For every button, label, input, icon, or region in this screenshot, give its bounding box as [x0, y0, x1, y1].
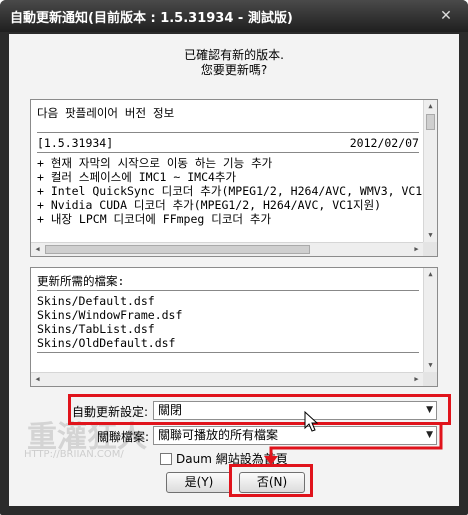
scroll-down-icon[interactable]: ▼ [424, 229, 437, 242]
update-dialog-window: 自動更新通知(目前版本 : 1.5.31934 - 測試版) ✕ 已確認有新的版… [0, 0, 468, 515]
required-files-vscrollbar[interactable]: ▲ ▼ [423, 268, 437, 372]
scroll-corner [423, 242, 437, 256]
auto-update-select[interactable]: 關閉 ▼ [153, 401, 437, 420]
daum-homepage-label: Daum 網站設為首頁 [176, 452, 288, 466]
required-file-item: Skins/OldDefault.dsf [37, 336, 176, 350]
release-note-item: + 컬러 스페이스에 IMC1 ~ IMC4추가 [37, 170, 237, 184]
auto-update-label: 自動更新設定: [72, 405, 149, 419]
release-notes-vscrollbar[interactable]: ▲ ▼ [423, 100, 437, 242]
release-note-item: + 현재 자막의 시작으로 이동 하는 기능 추가 [37, 156, 273, 170]
title-bar[interactable]: 自動更新通知(目前版本 : 1.5.31934 - 測試版) ✕ [0, 0, 468, 32]
required-files-box[interactable]: 更新所需的檔案: Skins/Default.dsf Skins/WindowF… [30, 267, 438, 387]
required-files-separator [37, 352, 419, 353]
release-notes-separator [37, 132, 419, 133]
required-files-header: 更新所需的檔案: [37, 274, 125, 288]
scroll-left-icon[interactable]: ◀ [31, 373, 44, 386]
scroll-up-icon[interactable]: ▲ [424, 268, 437, 281]
update-message-line2: 您要更新嗎? [200, 63, 268, 77]
close-icon[interactable]: ✕ [438, 9, 454, 23]
update-message: 已確認有新的版本. 您要更新嗎? [9, 48, 459, 78]
version-row: [1.5.31934] 2012/02/07 [37, 136, 419, 150]
required-file-item: Skins/Default.dsf [37, 294, 155, 308]
dialog-body: 已確認有新的版本. 您要更新嗎? 다음 팟플레이어 버전 정보 [1.5.319… [9, 34, 459, 506]
watermark-url: HTTP://BRIIAN.COM/ [24, 449, 124, 460]
scroll-right-icon[interactable]: ▶ [410, 373, 423, 386]
scroll-corner [423, 372, 437, 386]
release-notes-header: 다음 팟플레이어 버전 정보 [37, 106, 175, 120]
dropdown-arrow-icon[interactable]: ▼ [426, 427, 433, 444]
window-title: 自動更新通知(目前版本 : 1.5.31934 - 測試版) [10, 11, 293, 26]
update-message-line1: 已確認有新的版本. [184, 48, 284, 62]
release-note-item: + Nvidia CUDA 디코더 추가(MPEG1/2, H264/AVC, … [37, 198, 382, 212]
file-association-select[interactable]: 關聯可播放的所有檔案 ▼ [153, 426, 437, 445]
yes-button[interactable]: 是(Y) [166, 472, 232, 493]
scroll-up-icon[interactable]: ▲ [424, 100, 437, 113]
no-button[interactable]: 否(N) [239, 472, 305, 493]
release-note-item: + 내장 LPCM 디코더에 FFmpeg 디코더 추가 [37, 212, 272, 226]
dropdown-arrow-icon[interactable]: ▼ [426, 402, 433, 419]
version-number: [1.5.31934] [37, 136, 114, 150]
required-files-hscrollbar[interactable]: ◀ ▶ [31, 372, 423, 386]
scroll-down-icon[interactable]: ▼ [424, 359, 437, 372]
release-notes-box[interactable]: 다음 팟플레이어 버전 정보 [1.5.31934] 2012/02/07 + … [30, 99, 438, 257]
release-note-item: + Intel QuickSync 디코더 추가(MPEG1/2, H264/A… [37, 184, 438, 198]
release-notes-hscrollbar[interactable]: ◀ ▶ [31, 242, 423, 256]
scroll-thumb[interactable] [45, 245, 310, 254]
auto-update-value: 關閉 [158, 403, 183, 417]
scroll-right-icon[interactable]: ▶ [410, 243, 423, 256]
daum-homepage-option[interactable]: Daum 網站設為首頁 [160, 452, 288, 468]
release-notes-separator [37, 152, 419, 153]
scroll-left-icon[interactable]: ◀ [31, 243, 44, 256]
required-files-separator [37, 290, 419, 291]
required-files-content: 更新所需的檔案: Skins/Default.dsf Skins/WindowF… [37, 274, 419, 356]
required-file-item: Skins/TabList.dsf [37, 322, 155, 336]
release-notes-content: 다음 팟플레이어 버전 정보 [1.5.31934] 2012/02/07 + … [37, 106, 438, 226]
scroll-thumb[interactable] [426, 114, 435, 130]
daum-homepage-checkbox[interactable] [160, 453, 172, 465]
required-file-item: Skins/WindowFrame.dsf [37, 308, 183, 322]
file-association-value: 關聯可播放的所有檔案 [158, 428, 279, 442]
version-date: 2012/02/07 [349, 136, 419, 150]
file-association-label: 關聯檔案: [97, 430, 150, 444]
